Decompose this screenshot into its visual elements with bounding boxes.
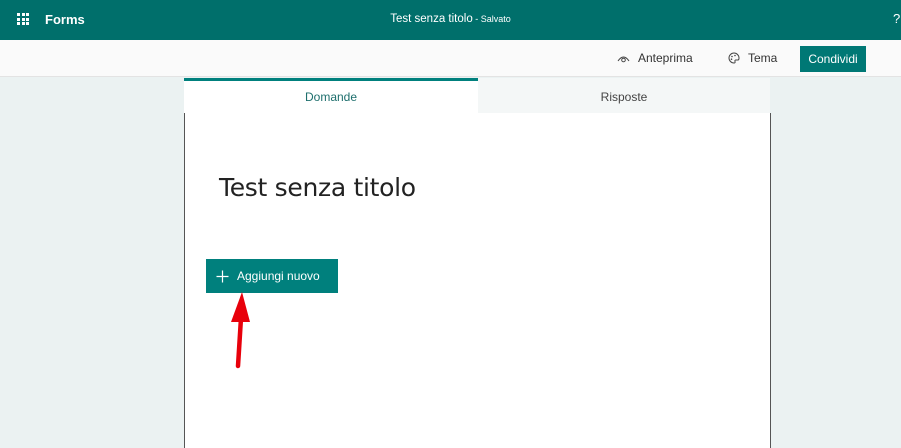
tab-domande[interactable]: Domande xyxy=(184,78,478,113)
preview-label: Anteprima xyxy=(638,51,693,65)
add-new-label: Aggiungi nuovo xyxy=(237,269,320,283)
document-title[interactable]: Test senza titolo xyxy=(390,13,472,25)
plus-icon xyxy=(216,270,229,283)
eye-icon xyxy=(617,56,630,62)
help-button[interactable]: ? xyxy=(893,11,900,26)
palette-icon xyxy=(728,52,740,64)
annotation-arrow-icon xyxy=(231,292,250,369)
share-button[interactable]: Condividi xyxy=(800,46,866,72)
add-new-button[interactable]: Aggiungi nuovo xyxy=(206,259,338,293)
theme-button[interactable]: Tema xyxy=(728,51,777,65)
form-title[interactable]: Test senza titolo xyxy=(219,173,416,202)
document-title-bar: Test senza titolo - Salvato xyxy=(0,13,901,25)
top-bar: Forms Test senza titolo - Salvato ? xyxy=(0,0,901,40)
theme-label: Tema xyxy=(748,51,778,65)
tab-bar: Domande Risposte xyxy=(184,78,770,113)
preview-button[interactable]: Anteprima xyxy=(617,51,693,65)
save-status: - Salvato xyxy=(472,14,511,24)
tab-risposte[interactable]: Risposte xyxy=(478,78,770,113)
